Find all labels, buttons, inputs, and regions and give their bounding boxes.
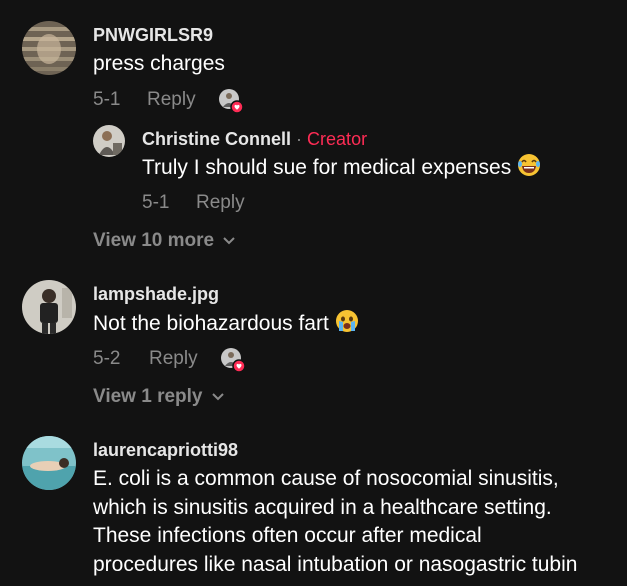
view-replies-button[interactable]: View 1 reply (93, 386, 225, 408)
chevron-down-icon (211, 386, 225, 408)
comment-text-line: which is sinusitis acquired in a healthc… (93, 495, 552, 519)
reply-button[interactable]: Reply (149, 348, 198, 370)
view-replies-label: View 1 reply (93, 386, 203, 407)
reply-date: 5-1 (142, 192, 170, 213)
separator-dot: · (296, 129, 303, 149)
comment-username[interactable]: PNWGIRLSR9 (93, 25, 213, 46)
reply-author-name[interactable]: Christine Connell (142, 129, 291, 149)
avatar[interactable] (22, 436, 76, 490)
creator-liked-icon (218, 88, 244, 114)
avatar[interactable] (93, 125, 125, 157)
comment-text: Not the biohazardous fart (93, 312, 329, 335)
comment-text: press charges (93, 52, 225, 75)
view-more-replies-button[interactable]: View 10 more (93, 230, 236, 252)
creator-badge: Creator (307, 129, 368, 149)
creator-liked-icon (220, 347, 246, 373)
comment-username[interactable]: laurencapriotti98 (93, 440, 238, 461)
avatar[interactable] (22, 21, 76, 75)
avatar[interactable] (22, 280, 76, 334)
view-more-label: View 10 more (93, 230, 215, 251)
comment-text-line: These infections often occur after medic… (93, 524, 482, 547)
comment-date: 5-2 (93, 348, 121, 369)
chevron-down-icon (222, 230, 236, 252)
reply-text: Truly I should sue for medical expenses (142, 156, 512, 179)
comment-text-line: E. coli is a common cause of nosocomial … (93, 467, 559, 490)
comment-date: 5-1 (93, 89, 121, 110)
comment-text-row: Not the biohazardous fart (93, 309, 359, 342)
comment-text-line: procedures like nasal intubation or naso… (93, 552, 578, 576)
reply-text-row: Truly I should sue for medical expenses (142, 153, 541, 186)
comment-username[interactable]: lampshade.jpg (93, 284, 219, 305)
crying-emoji-icon (335, 309, 359, 342)
laughing-emoji-icon (517, 153, 541, 186)
reply-button[interactable]: Reply (196, 192, 245, 214)
reply-button[interactable]: Reply (147, 89, 196, 111)
reply-username[interactable]: Christine Connell · Creator (142, 129, 367, 150)
